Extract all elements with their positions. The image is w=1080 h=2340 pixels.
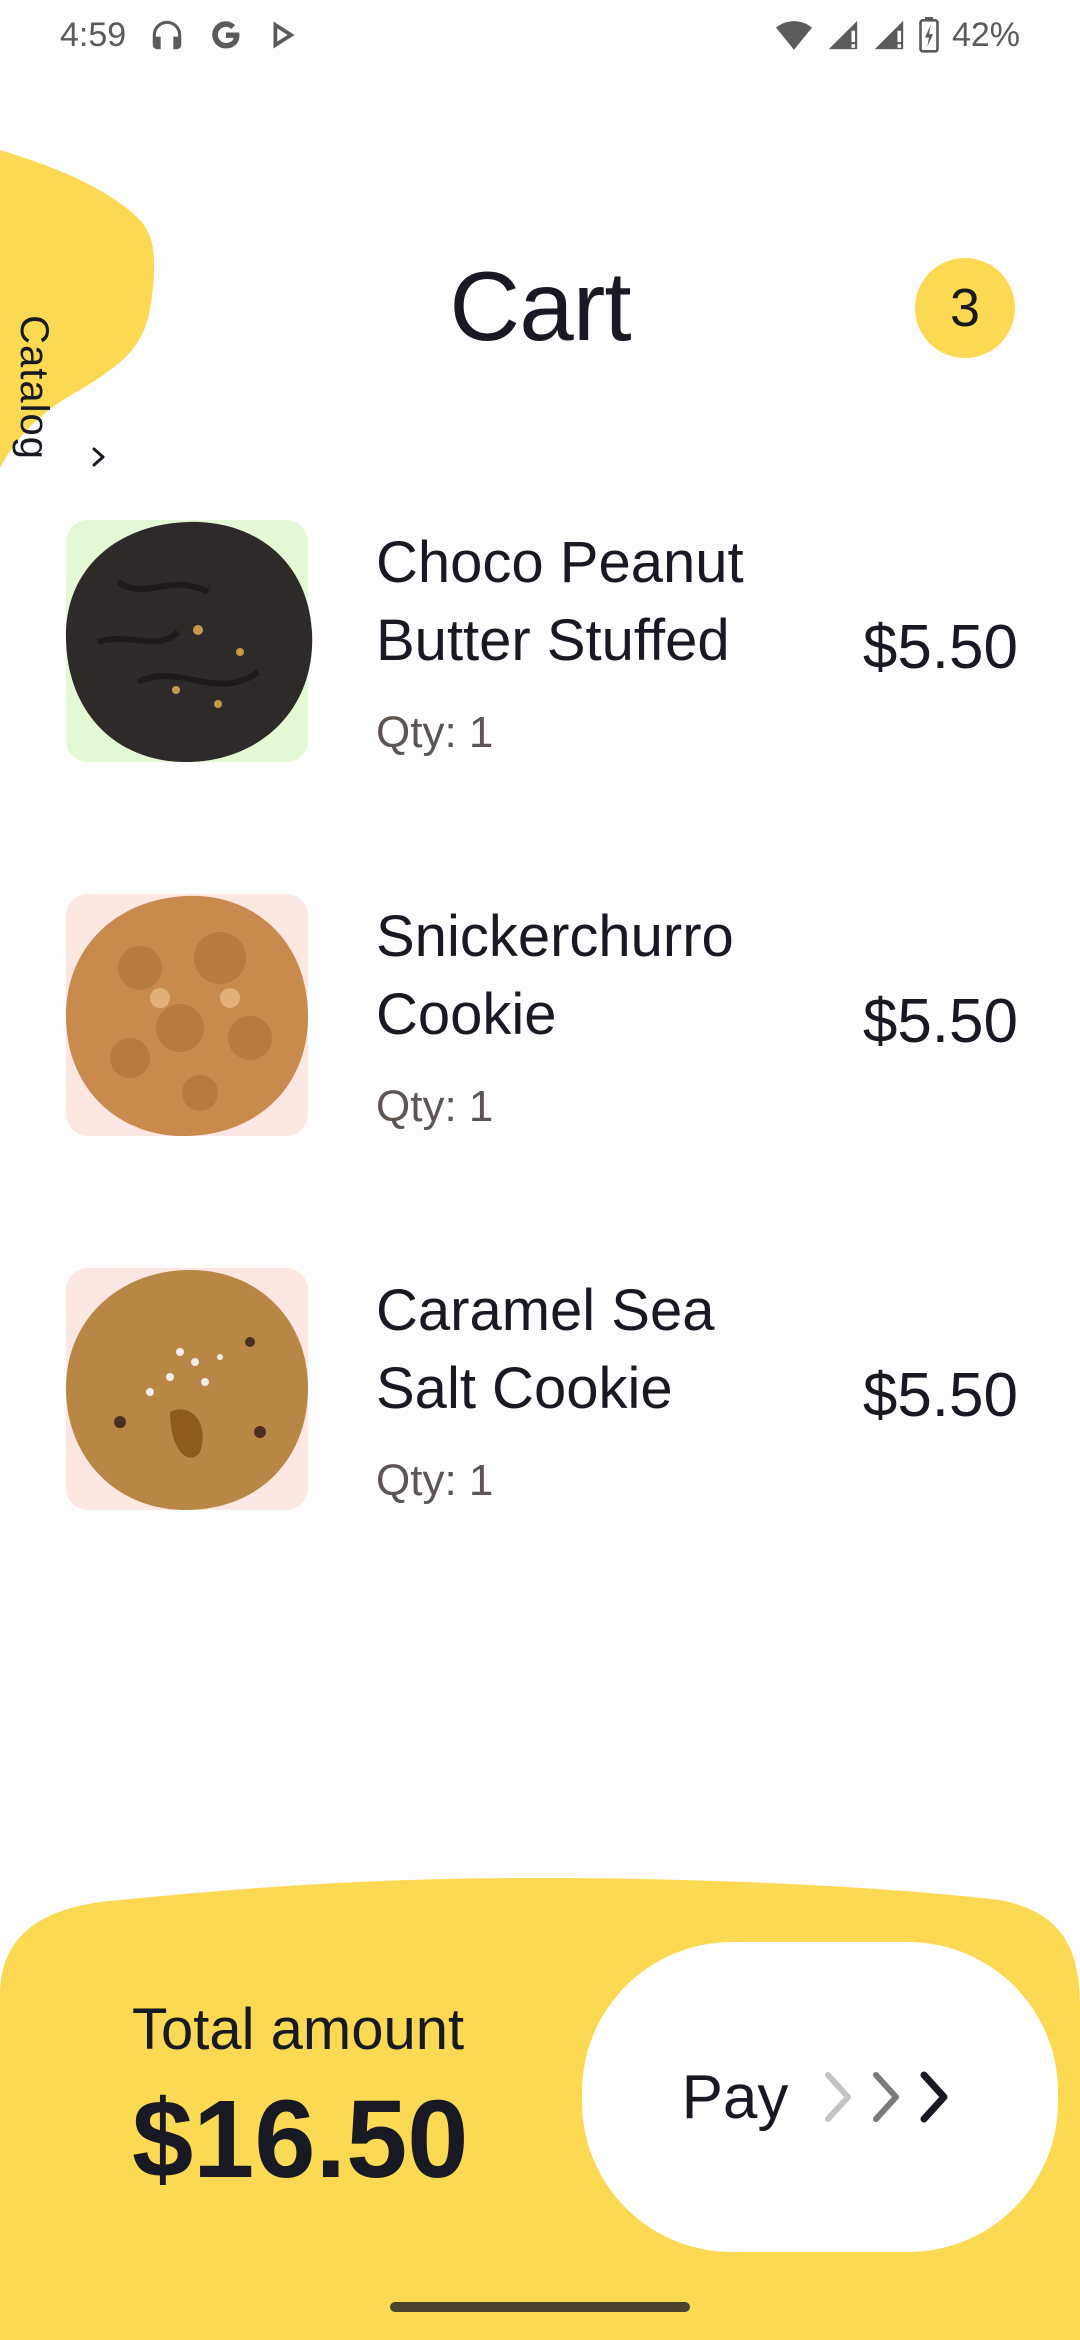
total-amount-label: Total amount <box>132 1997 465 2062</box>
item-price: $5.50 <box>862 613 1018 682</box>
product-thumbnail <box>66 1268 308 1510</box>
cookie-image <box>66 1269 308 1510</box>
item-name: Caramel Sea Salt Cookie <box>376 1278 715 1421</box>
google-icon <box>208 17 244 53</box>
pay-button-label: Pay <box>681 2062 789 2132</box>
item-quantity: Qty: 1 <box>376 1082 494 1131</box>
item-price: $5.50 <box>862 1361 1018 1430</box>
product-thumbnail <box>65 520 313 763</box>
play-store-icon <box>266 17 302 53</box>
signal-icon <box>872 18 906 52</box>
chevrons-right-icon <box>818 2067 958 2127</box>
status-time: 4:59 <box>60 15 127 54</box>
cookie-image <box>66 895 309 1137</box>
checkout-panel: Total amount $16.50 Pay <box>0 1876 1080 2340</box>
cart-item[interactable]: Snickerchurro Cookie Qty: 1 $5.50 <box>0 894 1080 1144</box>
item-name: Choco Peanut Butter Stuffed <box>376 530 744 673</box>
item-quantity: Qty: 1 <box>376 1456 494 1505</box>
cookie-image <box>65 521 313 763</box>
headphones-icon <box>148 16 186 54</box>
item-quantity: Qty: 1 <box>376 708 494 757</box>
battery-percent: 42% <box>951 15 1020 54</box>
product-thumbnail <box>66 894 309 1137</box>
signal-icon <box>826 18 860 52</box>
cart-item[interactable]: Caramel Sea Salt Cookie Qty: 1 $5.50 <box>0 1268 1080 1518</box>
item-price: $5.50 <box>862 987 1018 1056</box>
pay-button[interactable]: Pay <box>582 1942 1058 2252</box>
item-name: Snickerchurro Cookie <box>376 904 734 1047</box>
cart-item[interactable]: Choco Peanut Butter Stuffed Qty: 1 $5.50 <box>0 520 1080 770</box>
cart-count-badge: 3 <box>915 258 1015 358</box>
status-bar: 4:59 42% <box>0 0 1080 70</box>
total-amount-value: $16.50 <box>132 2078 469 2201</box>
wifi-icon <box>774 17 814 53</box>
battery-charging-icon <box>918 17 940 53</box>
home-indicator[interactable] <box>390 2302 690 2312</box>
